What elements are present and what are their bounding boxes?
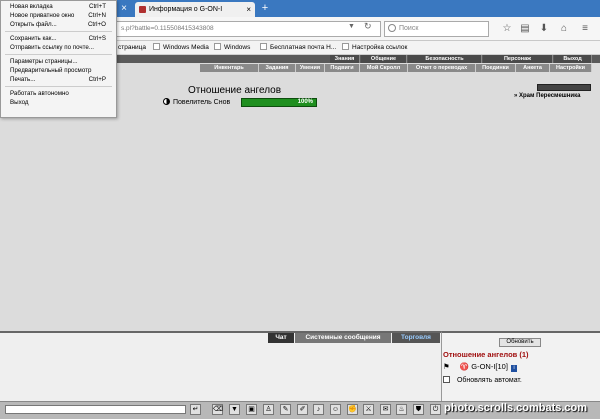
menu-item-print[interactable]: Печать... Ctrl+P (1, 75, 116, 84)
angel-name: Повелитель Снов (173, 99, 231, 106)
game-top-nav: Знания Общение Безопасность Персонаж Вых… (330, 55, 592, 63)
side-title: Отношение ангелов (1) (443, 350, 529, 359)
tab-chat[interactable]: Чат (268, 333, 294, 343)
person-icon[interactable]: ♙ (263, 404, 274, 415)
relationship-progress-bar: 100% (241, 98, 317, 107)
download-icon[interactable]: ⬇ (537, 22, 551, 36)
menu-item-save-as[interactable]: Сохранить как... Ctrl+S (1, 34, 116, 43)
sign-icon: ♈ (459, 362, 470, 371)
user-name[interactable]: G-ON-I[10] (471, 362, 508, 371)
bookmark-item[interactable]: Бесплатная почта H... (260, 43, 336, 53)
pencil-icon[interactable]: ✎ (280, 404, 291, 415)
temple-link[interactable]: » Храм Пересмешника (514, 93, 580, 99)
watermark: photo.scrolls.combats.com (444, 402, 588, 414)
search-icon (388, 24, 396, 32)
bookmark-item[interactable]: Windows Media (153, 43, 209, 53)
game-sub-nav: Инвентарь Задания Умения Подвиги Мой Скр… (200, 64, 592, 72)
nav-my-scroll[interactable]: Мой Скролл (360, 64, 408, 72)
auto-refresh-label: Обновлять автомат. (456, 377, 522, 384)
nav-exit[interactable]: Выход (554, 55, 592, 63)
nav-communication[interactable]: Общение (361, 55, 407, 63)
favicon-icon (139, 6, 146, 13)
page-title: Отношение ангелов (188, 85, 282, 96)
menu-item-exit[interactable]: Выход (1, 98, 116, 107)
info-icon[interactable]: i (511, 365, 518, 372)
save-icon[interactable]: ▣ (246, 404, 257, 415)
power-icon[interactable]: ⏻ (430, 404, 441, 415)
chat-input[interactable] (5, 405, 186, 414)
menu-item-new-private-window[interactable]: Новое приватное окно Ctrl+N (1, 11, 116, 20)
nav-inventory[interactable]: Инвентарь (200, 64, 259, 72)
temple-banner (537, 84, 591, 91)
menu-separator (5, 86, 112, 87)
nav-quests[interactable]: Задания (259, 64, 296, 72)
nav-duels[interactable]: Поединки (476, 64, 516, 72)
tab-close-icon[interactable]: × (246, 2, 251, 17)
eraser-icon[interactable]: ⌫ (212, 404, 223, 415)
file-menu: Новая вкладка Ctrl+T Новое приватное окно… (0, 0, 117, 118)
sword-icon[interactable]: ⚔ (363, 404, 374, 415)
angel-row: Повелитель Снов (163, 98, 230, 107)
scroll-icon[interactable]: ✉ (380, 404, 391, 415)
menu-separator (5, 54, 112, 55)
music-icon[interactable]: ♪ (313, 404, 324, 415)
bookmark-item[interactable]: страница (118, 43, 146, 53)
page-icon (153, 43, 160, 50)
auto-refresh-checkbox[interactable] (443, 376, 450, 383)
nav-knowledge[interactable]: Знания (330, 55, 360, 63)
search-input[interactable]: Поиск (384, 21, 489, 37)
reload-icon[interactable]: ↻ (364, 21, 372, 32)
user-row: ⚑ ♈ G-ON-I[10] i (443, 362, 518, 372)
flag-icon: ⚑ (443, 362, 450, 371)
pie-chart-icon (163, 98, 170, 105)
bookmark-item[interactable]: Настройка ссылок (342, 43, 407, 53)
close-tab-icon[interactable]: × (118, 3, 130, 15)
browser-tab[interactable]: Информация о G-ON-I × (135, 2, 255, 17)
tab-system-messages[interactable]: Системные сообщения (295, 333, 391, 343)
nav-settings[interactable]: Настройки (550, 64, 592, 72)
fist-icon[interactable]: ✊ (347, 404, 358, 415)
auto-refresh-row: Обновлять автомат. (443, 376, 522, 384)
url-dropdown-icon[interactable]: ▼ (348, 23, 355, 30)
smiley-icon[interactable]: ☺ (330, 404, 341, 415)
menu-item-open-file[interactable]: Открыть файл... Ctrl+O (1, 20, 116, 29)
menu-icon[interactable]: ≡ (578, 22, 592, 36)
library-icon[interactable]: ▤ (518, 22, 532, 36)
menu-item-page-setup[interactable]: Параметры страницы... (1, 57, 116, 66)
home-icon[interactable]: ⌂ (557, 22, 571, 36)
search-placeholder: Поиск (399, 25, 419, 32)
menu-item-send-link[interactable]: Отправить ссылку по почте... (1, 43, 116, 52)
menu-separator (5, 31, 112, 32)
bookmark-item[interactable]: Windows (214, 43, 250, 53)
new-tab-button[interactable]: + (259, 2, 271, 15)
star-icon[interactable]: ☆ (500, 22, 514, 36)
filter-icon[interactable]: ▼ (229, 404, 240, 415)
tab-trade[interactable]: Торговля (392, 333, 440, 343)
page-icon (260, 43, 267, 50)
menu-item-new-tab[interactable]: Новая вкладка Ctrl+T (1, 2, 116, 11)
potion-icon[interactable]: ♨ (396, 404, 407, 415)
tab-title: Информация о G-ON-I (149, 6, 223, 13)
nav-skills[interactable]: Умения (296, 64, 325, 72)
menu-item-print-preview[interactable]: Предварительный просмотр (1, 66, 116, 75)
refresh-button[interactable]: Обновить (499, 338, 541, 347)
edit-icon[interactable]: ✐ (297, 404, 308, 415)
nav-profile[interactable]: Анкета (516, 64, 550, 72)
nav-transfer-report[interactable]: Отчет о переводах (408, 64, 476, 72)
shield-icon[interactable]: ⛊ (413, 404, 424, 415)
send-icon[interactable]: ↵ (190, 404, 201, 415)
nav-character[interactable]: Персонаж (483, 55, 553, 63)
nav-achievements[interactable]: Подвиги (325, 64, 360, 72)
address-bar[interactable]: s.pl?battle=0.115508415343808 (116, 21, 381, 37)
page-icon (342, 43, 349, 50)
progress-label: 100% (297, 99, 313, 105)
nav-security[interactable]: Безопасность (408, 55, 482, 63)
menu-item-work-offline[interactable]: Работать автономно (1, 89, 116, 98)
page-icon (214, 43, 221, 50)
